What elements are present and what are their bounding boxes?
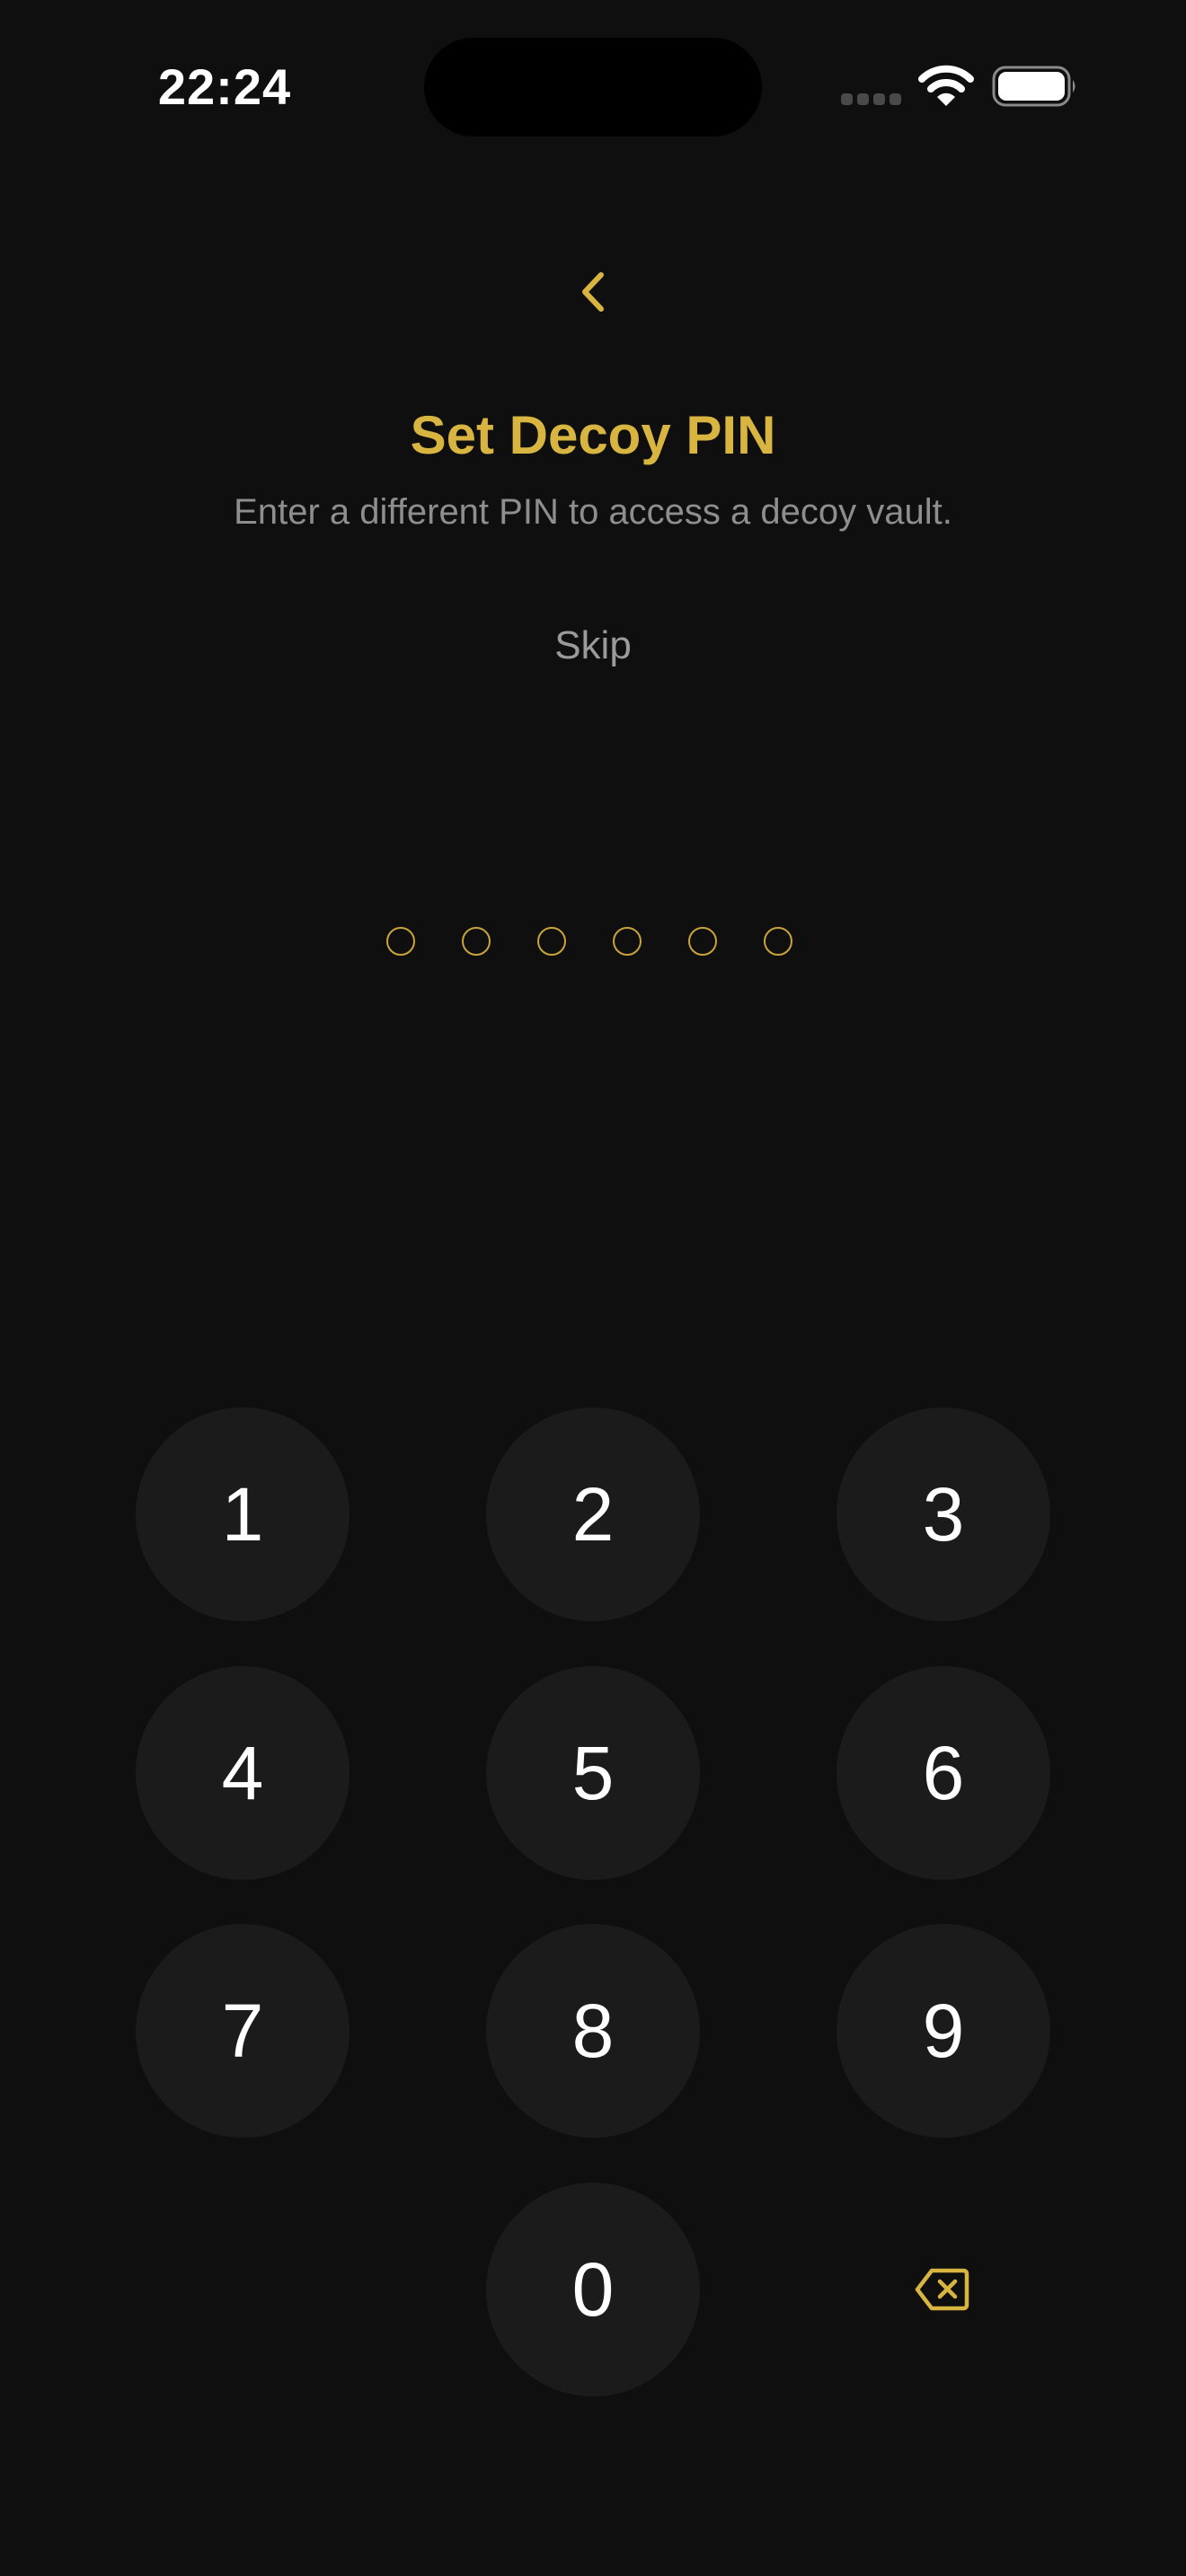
- key-1[interactable]: 1: [136, 1407, 350, 1621]
- key-6[interactable]: 6: [836, 1666, 1050, 1880]
- key-3[interactable]: 3: [836, 1407, 1050, 1621]
- pin-dot: [537, 927, 566, 956]
- chevron-left-icon: [582, 272, 604, 312]
- back-button[interactable]: [566, 260, 620, 323]
- page-subtitle: Enter a different PIN to access a decoy …: [234, 492, 952, 532]
- skip-button[interactable]: Skip: [503, 614, 683, 677]
- status-time: 22:24: [157, 58, 292, 115]
- pin-dot: [462, 927, 491, 956]
- wifi-icon: [918, 65, 974, 108]
- key-5[interactable]: 5: [486, 1666, 700, 1880]
- key-4[interactable]: 4: [136, 1666, 350, 1880]
- pin-dot: [613, 927, 642, 956]
- key-8[interactable]: 8: [486, 1924, 700, 2138]
- cellular-signal-icon: [841, 93, 902, 106]
- key-9[interactable]: 9: [836, 1924, 1050, 2138]
- pin-dot: [688, 927, 717, 956]
- key-0[interactable]: 0: [486, 2183, 700, 2396]
- pin-indicator: [386, 925, 800, 961]
- pin-dot: [764, 927, 792, 956]
- decoy-pin-screen: 22:24 Set Decoy PIN Enter a different PI…: [0, 0, 1186, 2576]
- page-title: Set Decoy PIN: [410, 405, 776, 465]
- backspace-icon: [915, 2268, 969, 2311]
- key-7[interactable]: 7: [136, 1924, 350, 2138]
- key-2[interactable]: 2: [486, 1407, 700, 1621]
- dynamic-island: [424, 38, 762, 137]
- pin-dot: [386, 927, 415, 956]
- delete-button[interactable]: [836, 2183, 1049, 2396]
- battery-icon: [992, 65, 1078, 108]
